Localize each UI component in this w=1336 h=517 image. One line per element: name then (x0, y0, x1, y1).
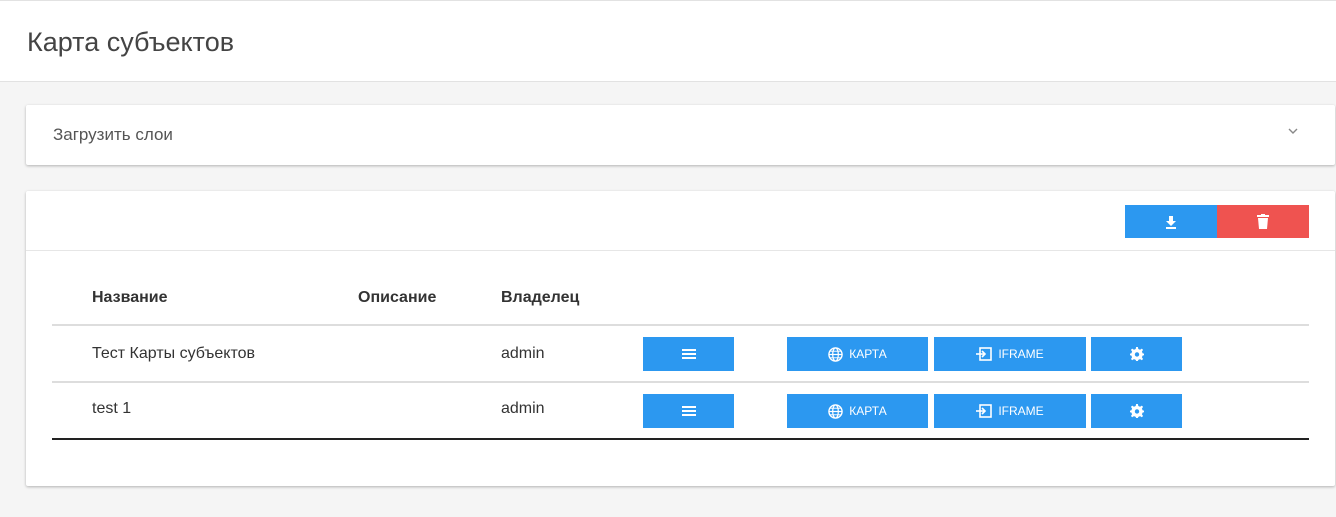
layers-table-panel: Название Описание Владелец Тест Карты су… (26, 191, 1335, 486)
list-icon (681, 406, 696, 416)
load-layers-panel[interactable]: Загрузить слои (26, 105, 1335, 165)
iframe-button[interactable]: IFRAME (934, 337, 1086, 371)
map-button-label: КАРТА (849, 404, 887, 418)
load-layers-label: Загрузить слои (53, 125, 173, 144)
row-owner: admin (501, 345, 545, 362)
delete-button[interactable] (1217, 205, 1309, 238)
gear-icon (1129, 404, 1144, 418)
settings-button[interactable] (1091, 394, 1182, 428)
table-toolbar (26, 191, 1335, 251)
iframe-button-label: IFRAME (998, 347, 1044, 361)
map-button[interactable]: КАРТА (787, 337, 928, 371)
download-button[interactable] (1125, 205, 1217, 238)
list-icon (681, 349, 696, 359)
trash-icon (1257, 214, 1269, 229)
row-name: Тест Карты субъектов (92, 345, 256, 362)
row-divider (52, 381, 1309, 383)
gear-icon (1129, 347, 1144, 361)
list-button[interactable] (643, 394, 734, 428)
header-divider (52, 324, 1309, 326)
list-button[interactable] (643, 337, 734, 371)
column-header-name: Название (92, 289, 168, 306)
iframe-button[interactable]: IFRAME (934, 394, 1086, 428)
chevron-down-icon[interactable] (1287, 125, 1299, 137)
map-button[interactable]: КАРТА (787, 394, 928, 428)
column-header-description: Описание (358, 289, 437, 306)
table-bottom-border (52, 438, 1309, 440)
iframe-enter-icon (976, 347, 993, 361)
page-header: Карта субъектов (0, 0, 1336, 82)
column-header-owner: Владелец (501, 289, 580, 306)
globe-icon (828, 403, 844, 419)
map-button-label: КАРТА (849, 347, 887, 361)
download-icon (1166, 215, 1176, 229)
settings-button[interactable] (1091, 337, 1182, 371)
row-owner: admin (501, 400, 545, 417)
row-name: test 1 (92, 400, 132, 417)
globe-icon (828, 346, 844, 362)
iframe-button-label: IFRAME (998, 404, 1044, 418)
page-title: Карта субъектов (27, 27, 235, 57)
iframe-enter-icon (976, 404, 993, 418)
